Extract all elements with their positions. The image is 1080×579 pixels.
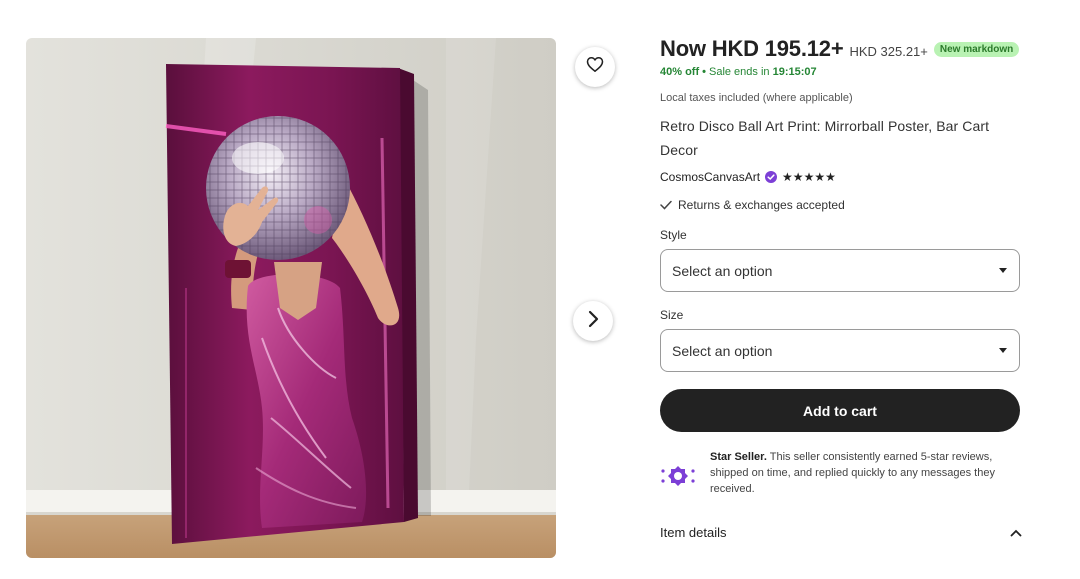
check-icon [660, 200, 672, 210]
chevron-right-icon [587, 310, 599, 333]
star-icon: ★ [792, 170, 804, 184]
sale-ends-label: Sale ends in [708, 66, 770, 78]
heart-icon [586, 56, 604, 78]
price-row: Now HKD 195.12+ HKD 325.21+ New markdown [660, 36, 1022, 62]
size-select[interactable]: Select an option [660, 329, 1020, 372]
star-seller-info: Star Seller. This seller consistently ea… [660, 449, 1022, 497]
star-icon: ★ [814, 170, 826, 184]
size-select-value: Select an option [672, 342, 773, 359]
chevron-up-icon [1010, 525, 1022, 540]
star-icon: ★ [782, 170, 793, 184]
current-price: Now HKD 195.12+ [660, 36, 844, 61]
product-image[interactable] [26, 38, 556, 558]
taxes-note: Local taxes included (where applicable) [660, 92, 853, 104]
discount-percent: 40% off [660, 66, 700, 78]
style-select-value: Select an option [672, 262, 773, 279]
original-price: HKD 325.21+ [849, 44, 928, 59]
markdown-badge: New markdown [933, 42, 1020, 57]
style-select[interactable]: Select an option [660, 249, 1020, 292]
add-to-cart-button[interactable]: Add to cart [660, 389, 1020, 432]
separator-dot: • [702, 66, 706, 78]
listing-title: Retro Disco Ball Art Print: Mirrorball P… [660, 118, 990, 158]
star-seller-text: Star Seller. This seller consistently ea… [710, 449, 1022, 497]
returns-note: Returns & exchanges accepted [678, 198, 845, 212]
size-label: Size [660, 308, 684, 322]
star-icon: ★ [803, 170, 815, 184]
seller-row: CosmosCanvasArt ★ ★ ★ ★ ★ [660, 170, 1022, 184]
style-label: Style [660, 228, 687, 242]
verified-badge-icon [765, 171, 778, 183]
next-image-button[interactable] [573, 301, 613, 341]
seller-name-link[interactable]: CosmosCanvasArt [660, 170, 760, 184]
rating-stars[interactable]: ★ ★ ★ ★ ★ [782, 171, 836, 183]
item-details-toggle[interactable]: Item details [660, 525, 1022, 540]
sale-info: 40% off • Sale ends in 19:15:07 [660, 66, 1022, 78]
item-details-label: Item details [660, 525, 727, 540]
sale-timer: 19:15:07 [772, 66, 817, 78]
star-seller-title: Star Seller. [710, 451, 767, 463]
favorite-button[interactable] [575, 47, 615, 87]
star-icon: ★ [825, 170, 836, 184]
caret-down-icon [999, 348, 1007, 353]
star-seller-badge-icon [660, 449, 700, 497]
returns-row: Returns & exchanges accepted [660, 198, 1022, 212]
caret-down-icon [999, 268, 1007, 273]
product-info-panel: Now HKD 195.12+ HKD 325.21+ New markdown… [660, 36, 1022, 540]
